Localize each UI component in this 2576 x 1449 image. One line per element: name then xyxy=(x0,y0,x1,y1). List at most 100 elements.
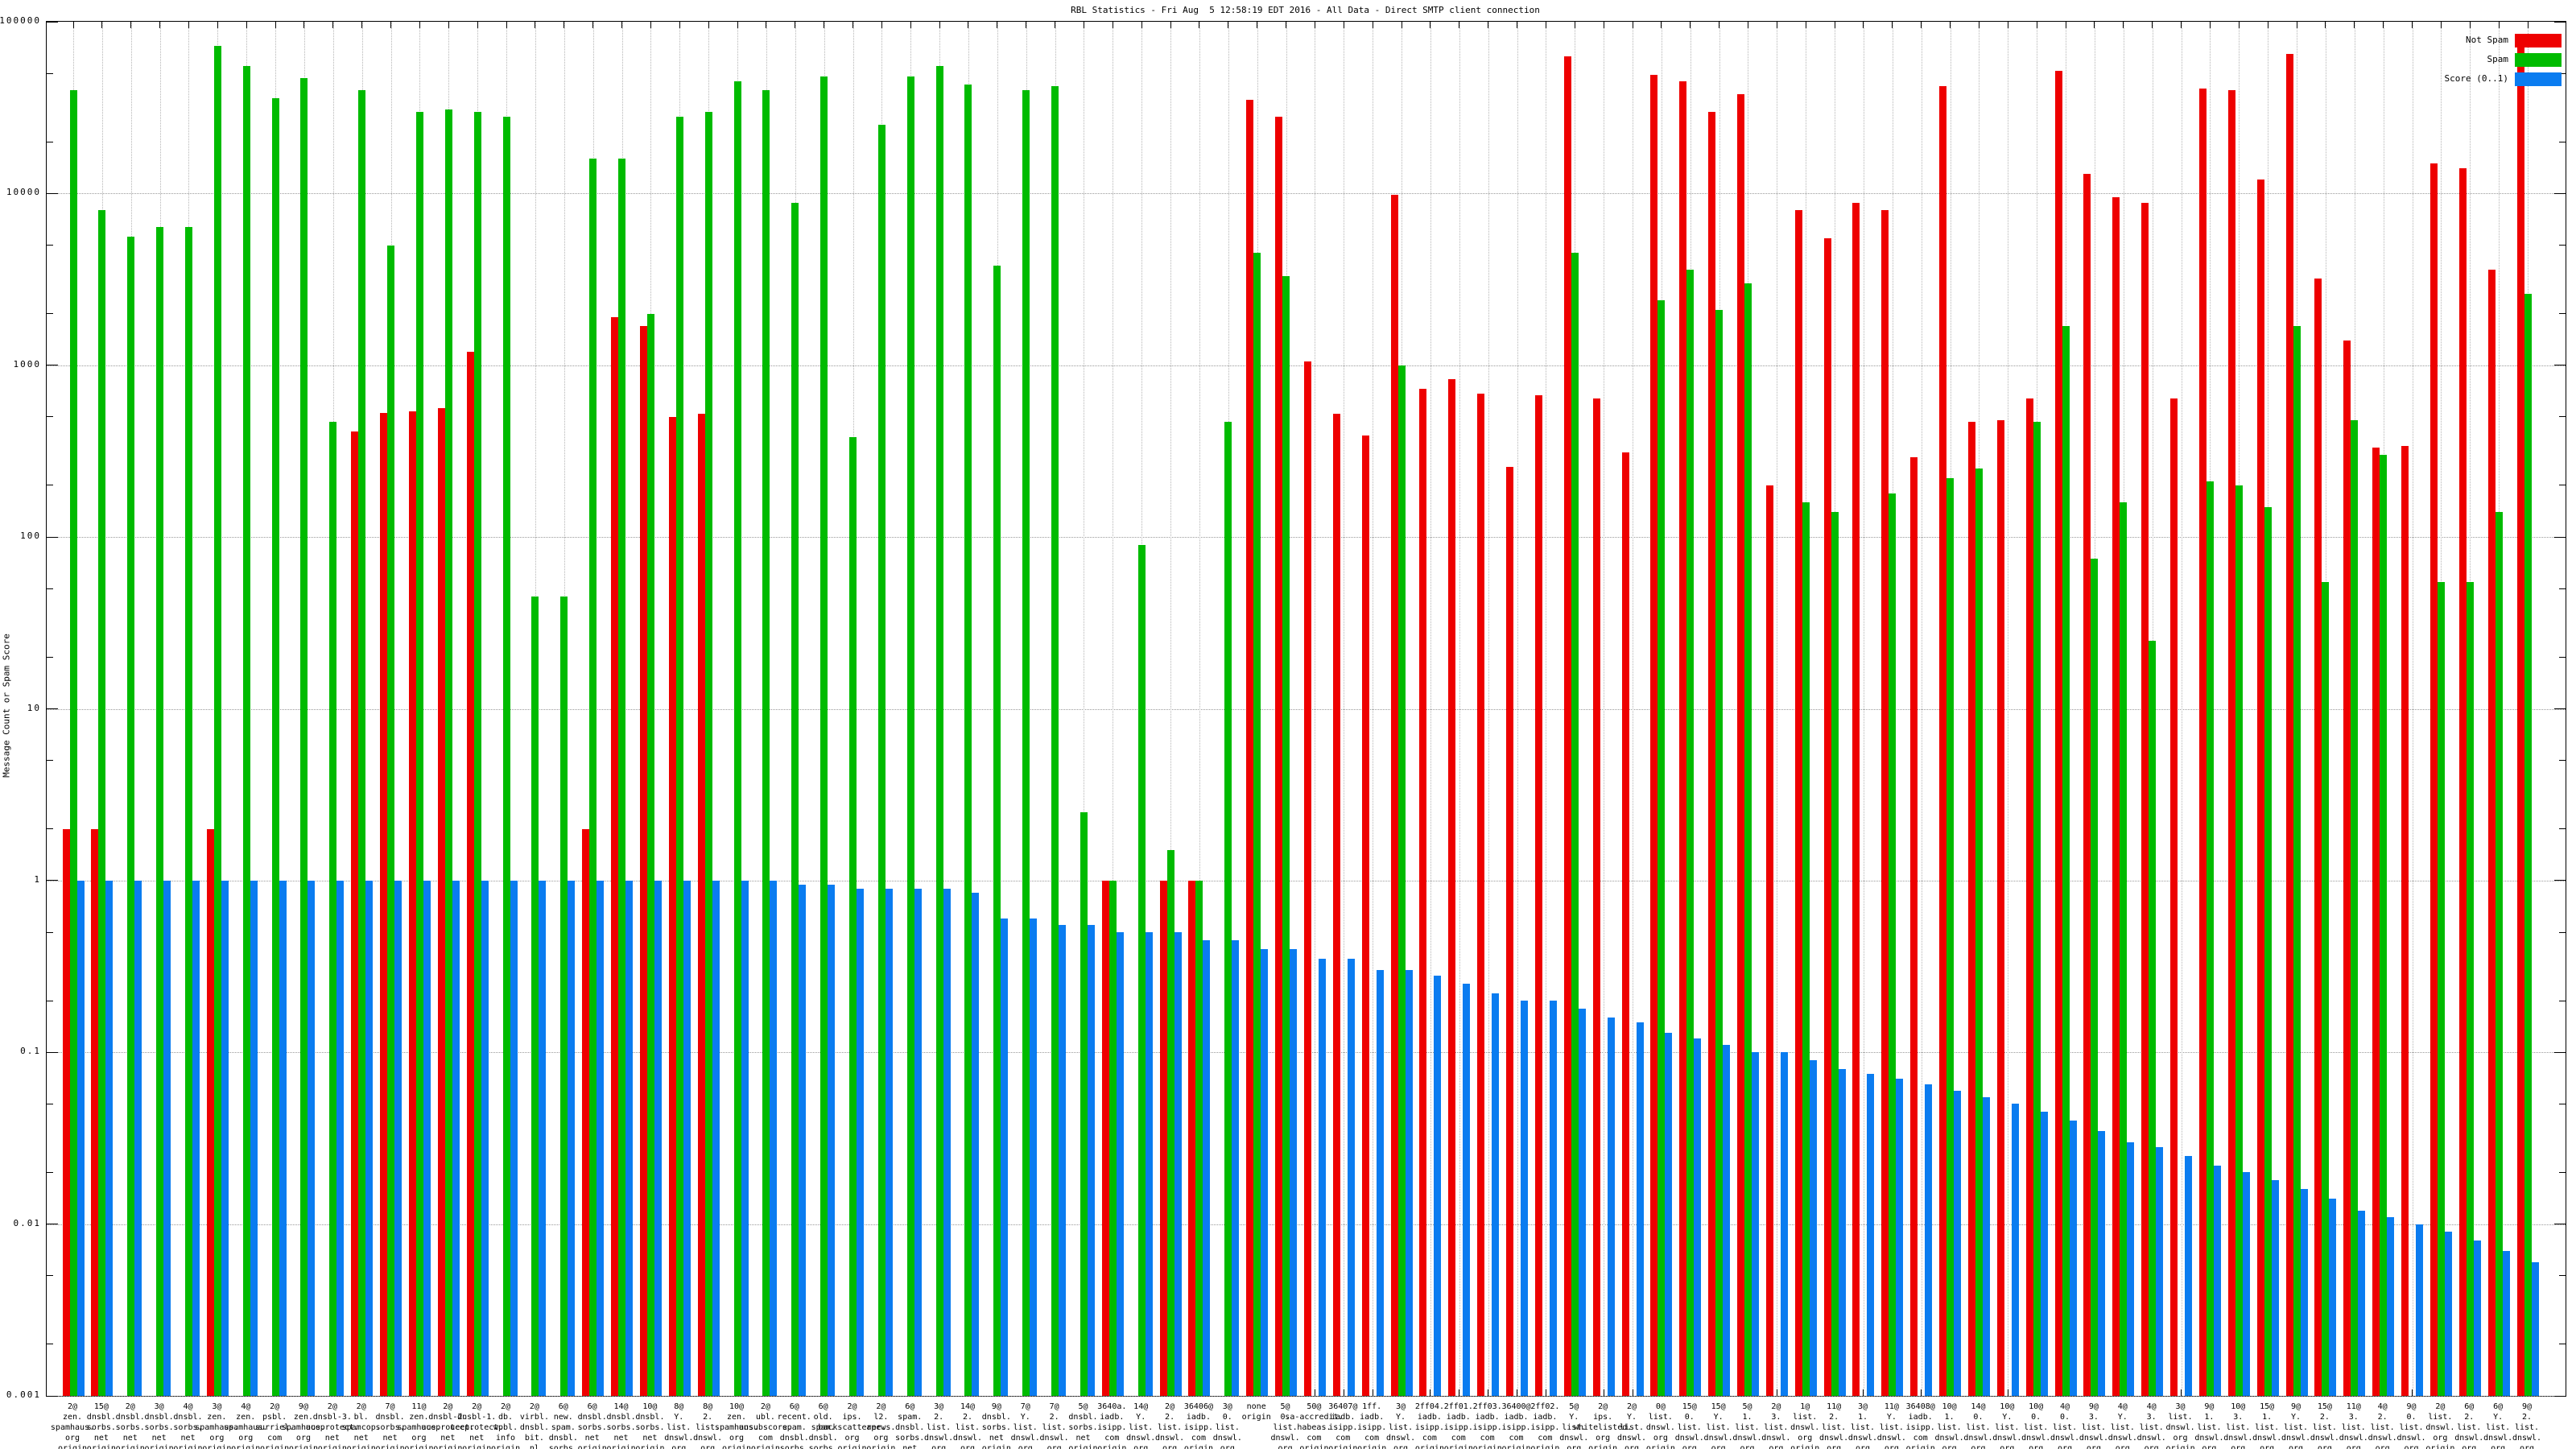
bar-score xyxy=(1549,1001,1557,1396)
x-tick-top xyxy=(2325,22,2326,28)
y-minor-tick-right xyxy=(2559,313,2566,315)
bar-score xyxy=(1982,1096,1990,1396)
bar-score xyxy=(1867,1073,1875,1396)
bar-spam xyxy=(2264,506,2272,1396)
x-tick-top xyxy=(1921,22,1922,28)
bar-spam xyxy=(2466,581,2474,1396)
bar-not-spam xyxy=(1448,379,1456,1396)
bar-score xyxy=(250,880,258,1396)
bar-not-spam xyxy=(2372,448,2380,1396)
bar-score xyxy=(857,888,864,1396)
rbl-statistics-chart: RBL Statistics - Fri Aug 5 12:58:19 EDT … xyxy=(0,0,2576,1449)
y-tick-label: 10000 xyxy=(6,187,41,198)
bar-not-spam xyxy=(582,828,590,1396)
x-tick-top xyxy=(910,22,911,28)
bar-score xyxy=(1376,970,1384,1396)
bar-spam xyxy=(1744,283,1752,1396)
v-gridline xyxy=(1488,22,1489,1396)
x-tick-top xyxy=(275,22,276,28)
bar-score xyxy=(1607,1017,1615,1396)
bar-score xyxy=(625,880,634,1396)
v-gridline xyxy=(1517,22,1518,1396)
bar-not-spam xyxy=(1506,467,1514,1396)
bar-not-spam xyxy=(1246,100,1254,1396)
x-tick-top xyxy=(2469,22,2471,28)
bar-not-spam xyxy=(1419,388,1427,1396)
bar-spam xyxy=(502,116,510,1396)
bar-score xyxy=(1116,932,1124,1396)
x-tick-top xyxy=(1170,22,1171,28)
y-minor-tick-left xyxy=(47,931,53,933)
legend-item-not-spam: Not Spam xyxy=(2355,34,2565,47)
x-tick-top xyxy=(2181,22,2182,28)
bar-spam xyxy=(849,437,857,1396)
h-gridline xyxy=(47,1396,2566,1397)
bar-score xyxy=(885,888,893,1396)
bar-score xyxy=(134,880,142,1396)
bar-spam xyxy=(993,266,1001,1396)
bar-score xyxy=(741,880,749,1396)
bar-score xyxy=(799,884,807,1396)
bar-spam xyxy=(2033,421,2041,1396)
bar-spam xyxy=(2091,558,2099,1396)
bar-score xyxy=(423,880,431,1396)
y-minor-tick-left xyxy=(47,760,53,762)
bar-not-spam xyxy=(2112,197,2120,1396)
bar-score xyxy=(568,880,576,1396)
y-tick-label: 0.001 xyxy=(6,1389,41,1400)
bar-not-spam xyxy=(1361,436,1369,1396)
bar-score xyxy=(2444,1232,2452,1396)
x-tick-top xyxy=(1950,22,1951,28)
bar-not-spam xyxy=(1708,111,1716,1396)
bar-score xyxy=(1434,975,1442,1396)
x-tick-top xyxy=(592,22,594,28)
bar-score xyxy=(1636,1022,1644,1396)
bar-score xyxy=(972,892,980,1396)
bar-score xyxy=(192,880,200,1396)
h-gridline xyxy=(47,193,2566,195)
bar-spam xyxy=(2380,455,2388,1396)
x-tick-top xyxy=(2440,22,2442,28)
y-major-tick-right xyxy=(2554,708,2566,709)
bar-score xyxy=(597,880,605,1396)
bar-score xyxy=(336,880,345,1396)
bar-score xyxy=(105,880,114,1396)
bar-not-spam xyxy=(2227,89,2235,1396)
x-tick-top xyxy=(2383,22,2384,28)
x-tick-top xyxy=(2123,22,2124,28)
bar-spam xyxy=(1946,478,1955,1396)
bar-not-spam xyxy=(2256,180,2264,1396)
bar-score xyxy=(712,880,720,1396)
bar-not-spam xyxy=(1534,394,1542,1396)
bar-not-spam xyxy=(466,351,474,1396)
bar-spam xyxy=(2062,325,2070,1396)
x-tick-bottom xyxy=(2181,1389,2182,1396)
x-tick-top xyxy=(1863,22,1864,28)
bar-score xyxy=(914,888,922,1396)
bar-not-spam xyxy=(1332,414,1340,1396)
bar-score xyxy=(2387,1216,2395,1396)
y-major-tick-right xyxy=(2554,536,2566,538)
bar-score xyxy=(308,880,316,1396)
bar-spam xyxy=(300,77,308,1396)
x-tick-top xyxy=(621,22,623,28)
bar-not-spam xyxy=(2054,70,2062,1396)
bar-not-spam xyxy=(380,412,388,1396)
y-minor-tick-right xyxy=(2559,1171,2566,1173)
y-minor-tick-right xyxy=(2559,1275,2566,1277)
bar-score xyxy=(1809,1060,1817,1396)
bar-spam xyxy=(1282,276,1290,1396)
bar-score xyxy=(539,880,547,1396)
y-minor-tick-right xyxy=(2559,931,2566,933)
bar-score xyxy=(2358,1210,2366,1396)
bar-spam xyxy=(444,109,452,1396)
bar-score xyxy=(1145,932,1153,1396)
x-tick-top xyxy=(650,22,651,28)
bar-score xyxy=(2011,1104,2019,1396)
bar-not-spam xyxy=(1794,210,1802,1396)
bar-not-spam xyxy=(2401,445,2409,1396)
bar-spam xyxy=(791,203,799,1396)
y-minor-tick-right xyxy=(2559,416,2566,418)
bar-score xyxy=(1463,984,1471,1396)
bar-not-spam xyxy=(2025,398,2033,1396)
